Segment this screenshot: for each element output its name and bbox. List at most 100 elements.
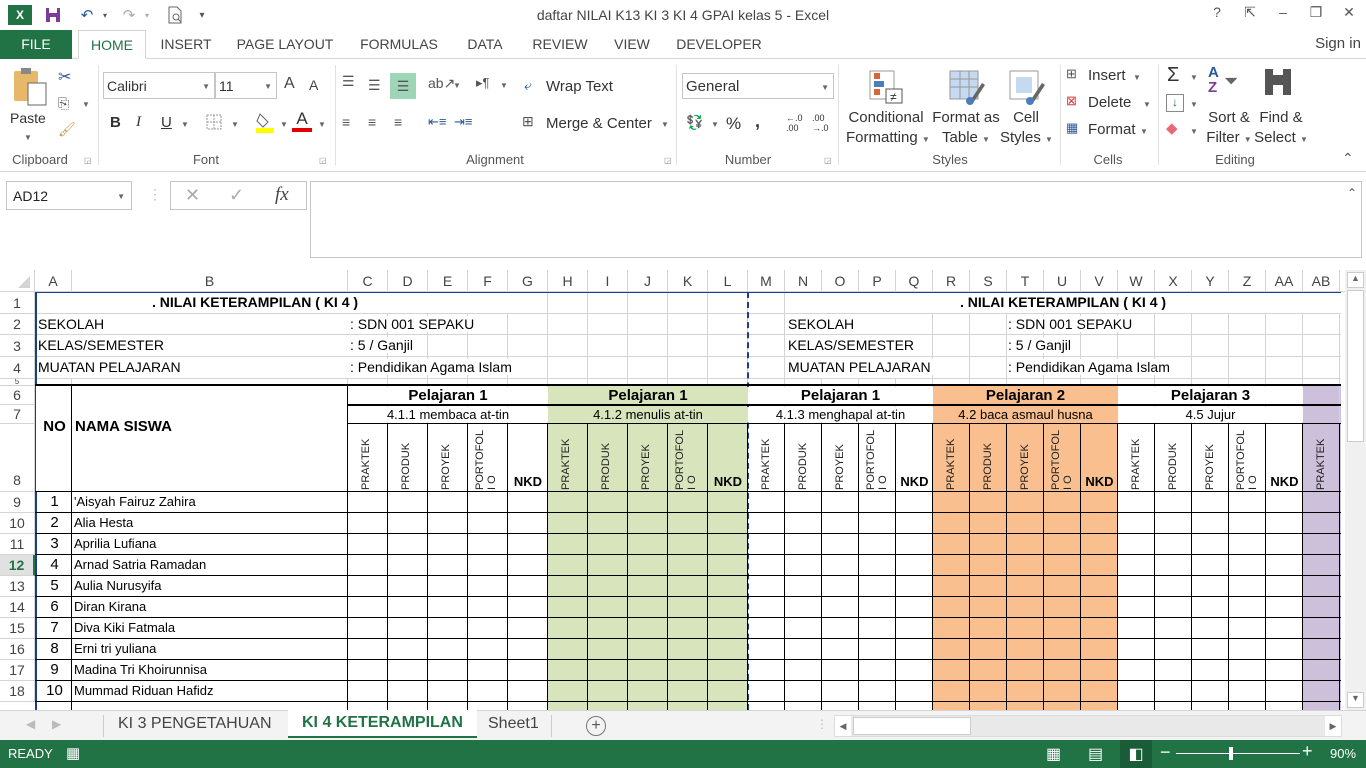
row-header[interactable]: 16 xyxy=(0,639,35,660)
column-header[interactable]: J xyxy=(628,270,668,292)
column-header[interactable]: V xyxy=(1081,270,1118,292)
orientation-dropdown-icon[interactable]: ▼ xyxy=(453,81,461,90)
column-header[interactable]: AB xyxy=(1303,270,1340,292)
next-sheet-icon[interactable]: ▶ xyxy=(52,717,61,731)
align-center-icon[interactable]: ≡ xyxy=(368,114,376,130)
sheet-tab-ki3[interactable]: KI 3 PENGETAHUAN xyxy=(104,711,286,739)
minimize-button[interactable]: ‒ xyxy=(1269,4,1297,24)
font-launcher-icon[interactable]: ◲ xyxy=(319,156,327,165)
column-header[interactable]: F xyxy=(468,270,508,292)
column-header[interactable]: S xyxy=(970,270,1007,292)
zoom-slider-thumb[interactable] xyxy=(1229,747,1234,760)
name-box[interactable]: AD12 ▼ xyxy=(6,181,132,210)
row-header[interactable]: 8 xyxy=(0,424,35,492)
clear-icon[interactable]: ◆ xyxy=(1166,119,1178,137)
insert-cells-button[interactable]: Insert xyxy=(1088,67,1126,84)
grow-font-button[interactable]: A xyxy=(284,75,295,93)
column-header[interactable]: L xyxy=(708,270,748,292)
worksheet-grid[interactable]: A B C D E F G H I J K L M N O P Q R S T U V W X Y Z AA AB 1 2 3 4 5 6 7 8 9 1… xyxy=(0,270,1345,710)
tab-insert[interactable]: INSERT xyxy=(152,30,220,59)
help-button[interactable]: ? xyxy=(1203,4,1231,24)
shrink-font-button[interactable]: A xyxy=(309,77,318,93)
row-header[interactable]: 5 xyxy=(0,379,35,386)
scroll-right-icon[interactable]: ▶ xyxy=(1325,716,1341,736)
format-as-table-button[interactable]: Format as Table ▼ xyxy=(928,108,1004,150)
increase-indent-icon[interactable]: ⇥≡ xyxy=(454,114,472,130)
fill-color-icon[interactable] xyxy=(255,111,275,136)
cell-styles-button[interactable]: Cell Styles ▼ xyxy=(1000,108,1053,150)
number-launcher-icon[interactable]: ◲ xyxy=(824,156,832,165)
copy-icon[interactable]: ⎘ xyxy=(58,95,69,112)
percent-style-button[interactable]: % xyxy=(726,114,741,134)
fill-icon[interactable]: ↓ xyxy=(1166,94,1184,112)
select-all-button[interactable] xyxy=(0,270,35,292)
horizontal-scrollbar[interactable]: ◀ ▶ xyxy=(834,715,1342,737)
font-size-select[interactable]: 11 ▼ xyxy=(215,72,277,99)
column-header[interactable]: AA xyxy=(1266,270,1303,292)
enter-formula-button[interactable]: ✓ xyxy=(229,185,244,206)
tab-formulas[interactable]: FORMULAS xyxy=(350,30,448,59)
delete-dropdown-icon[interactable]: ▼ xyxy=(1143,100,1151,109)
column-header[interactable]: Q xyxy=(896,270,933,292)
row-header[interactable]: 7 xyxy=(0,405,35,424)
decrease-decimal-button[interactable]: .00 →.0 xyxy=(812,113,832,133)
tab-split-handle[interactable]: ⋮ xyxy=(816,717,828,731)
restore-button[interactable]: ❐ xyxy=(1302,4,1330,24)
tab-developer[interactable]: DEVELOPER xyxy=(666,30,772,59)
italic-button[interactable]: I xyxy=(136,114,141,131)
comma-style-button[interactable]: , xyxy=(755,111,760,132)
column-header[interactable]: E xyxy=(428,270,468,292)
row-header[interactable]: 6 xyxy=(0,386,35,405)
middle-align-icon[interactable]: ☰ xyxy=(368,77,381,94)
sort-filter-button[interactable]: Sort & Filter ▼ xyxy=(1204,108,1254,150)
cut-icon[interactable]: ✂ xyxy=(58,67,71,87)
column-header[interactable]: N xyxy=(785,270,822,292)
tab-data[interactable]: DATA xyxy=(456,30,514,59)
sheet-tab-sheet1[interactable]: Sheet1 xyxy=(474,711,553,739)
column-header[interactable]: M xyxy=(748,270,785,292)
vertical-scroll-thumb[interactable] xyxy=(1347,290,1364,442)
column-header[interactable]: I xyxy=(588,270,628,292)
column-header[interactable]: O xyxy=(822,270,859,292)
conditional-formatting-button[interactable]: Conditional Formatting ▼ xyxy=(846,108,930,150)
close-button[interactable]: ✕ xyxy=(1335,4,1363,24)
column-header[interactable]: X xyxy=(1155,270,1192,292)
tab-page-layout[interactable]: PAGE LAYOUT xyxy=(228,30,342,59)
autosum-dropdown-icon[interactable]: ▼ xyxy=(1190,73,1198,82)
underline-button[interactable]: U xyxy=(161,114,172,131)
sheet-tab-ki4[interactable]: KI 4 KETERAMPILAN xyxy=(288,710,477,738)
column-header[interactable]: R xyxy=(933,270,970,292)
wrap-text-button[interactable]: Wrap Text xyxy=(546,78,613,95)
orientation-icon[interactable]: ab↗ xyxy=(428,75,455,92)
underline-dropdown-icon[interactable]: ▼ xyxy=(181,120,189,129)
row-header[interactable]: 15 xyxy=(0,618,35,639)
row-header[interactable]: 1 xyxy=(0,292,35,314)
text-direction-dropdown-icon[interactable]: ▼ xyxy=(500,81,508,90)
sign-in-link[interactable]: Sign in xyxy=(1310,30,1366,59)
column-header[interactable]: P xyxy=(859,270,896,292)
column-header[interactable]: Y xyxy=(1192,270,1229,292)
scroll-up-icon[interactable]: ▲ xyxy=(1347,272,1364,288)
tab-file[interactable]: FILE xyxy=(0,30,72,59)
paste-button[interactable]: Paste xyxy=(10,110,46,126)
row-header[interactable]: 14 xyxy=(0,597,35,618)
formula-bar-grip-icon[interactable]: ⋮ xyxy=(148,186,162,203)
delete-cells-button[interactable]: Delete xyxy=(1088,94,1131,111)
format-dropdown-icon[interactable]: ▼ xyxy=(1140,127,1148,136)
format-cells-button[interactable]: Format xyxy=(1088,121,1136,138)
row-header[interactable]: 9 xyxy=(0,492,35,513)
insert-function-button[interactable]: fx xyxy=(275,184,289,206)
macro-recording-icon[interactable]: ▦ xyxy=(66,744,80,762)
zoom-in-button[interactable]: + xyxy=(1302,741,1313,762)
font-color-dropdown-icon[interactable]: ▼ xyxy=(318,120,326,129)
accounting-dropdown-icon[interactable]: ▼ xyxy=(711,120,719,129)
row-header[interactable]: 18 xyxy=(0,681,35,702)
tab-home[interactable]: HOME xyxy=(78,30,146,59)
column-header[interactable]: G xyxy=(508,270,548,292)
fill-color-dropdown-icon[interactable]: ▼ xyxy=(280,120,288,129)
cancel-formula-button[interactable]: ✕ xyxy=(185,185,200,206)
vertical-scrollbar[interactable]: ▲ ▼ xyxy=(1345,270,1366,710)
row-header[interactable]: 2 xyxy=(0,314,35,335)
column-header[interactable]: C xyxy=(348,270,388,292)
clipboard-launcher-icon[interactable]: ◲ xyxy=(84,156,92,165)
